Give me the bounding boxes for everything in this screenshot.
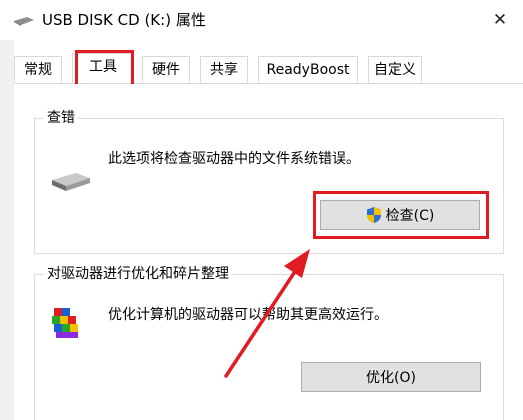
tab-hardware[interactable]: 硬件	[142, 56, 190, 83]
optimize-button[interactable]: 优化(O)	[301, 362, 481, 392]
drive-icon	[52, 173, 90, 191]
check-button-label: 检查(C)	[385, 208, 435, 224]
tab-sharing[interactable]: 共享	[200, 56, 248, 83]
optimize-title: 对驱动器进行优化和碎片整理	[44, 265, 232, 283]
optimize-button-label: 优化(O)	[366, 370, 416, 386]
window-title: USB DISK CD (K:) 属性	[42, 11, 206, 29]
check-button[interactable]: 检查(C)	[320, 200, 480, 230]
optimize-group	[34, 274, 504, 420]
title-bar: USB DISK CD (K:) 属性 ✕	[0, 0, 523, 40]
tab-general[interactable]: 常规	[14, 56, 62, 83]
tab-readyboost[interactable]: ReadyBoost	[258, 56, 358, 83]
optimize-description: 优化计算机的驱动器可以帮助其更高效运行。	[108, 307, 388, 323]
window-edge	[0, 40, 14, 420]
close-button[interactable]: ✕	[477, 0, 523, 40]
error-check-group	[34, 118, 504, 254]
error-check-title: 查错	[44, 109, 78, 127]
defrag-icon	[52, 308, 78, 338]
usb-drive-icon	[14, 17, 34, 26]
error-check-description: 此选项将检查驱动器中的文件系统错误。	[108, 151, 360, 167]
tab-tools[interactable]: 工具	[72, 53, 134, 83]
tab-customize[interactable]: 自定义	[368, 56, 422, 83]
uac-shield-icon	[366, 207, 381, 223]
close-icon: ✕	[492, 10, 508, 30]
